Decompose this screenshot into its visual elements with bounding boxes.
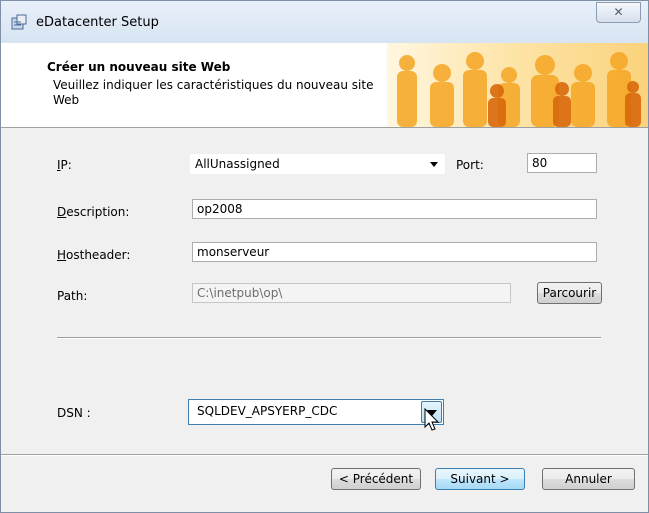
chevron-down-icon <box>430 162 438 167</box>
hostheader-field[interactable]: monserveur <box>192 242 597 262</box>
dsn-select-value: SQLDEV_APSYERP_CDC <box>197 404 338 418</box>
setup-window: eDatacenter Setup ✕ Créer un nouveau sit… <box>0 0 649 513</box>
banner-image <box>387 43 648 127</box>
next-button[interactable]: Suivant > <box>435 468 525 490</box>
port-label: Port: <box>456 158 484 172</box>
title-bar[interactable]: eDatacenter Setup ✕ <box>1 1 648 43</box>
wizard-header: Créer un nouveau site Web Veuillez indiq… <box>1 43 648 128</box>
dsn-select[interactable]: SQLDEV_APSYERP_CDC <box>188 399 444 425</box>
dsn-label: DSN : <box>57 406 91 420</box>
ip-select-value: AllUnassigned <box>195 157 280 171</box>
mouse-pointer-icon <box>424 408 440 431</box>
window-title: eDatacenter Setup <box>36 15 159 30</box>
page-subtitle: Veuillez indiquer les caractéristiques d… <box>53 78 374 107</box>
back-button[interactable]: < Précédent <box>331 468 421 490</box>
setup-box-icon <box>11 14 27 30</box>
divider <box>57 337 601 339</box>
path-field: C:\inetpub\op\ <box>192 283 511 303</box>
close-button[interactable]: ✕ <box>596 2 641 23</box>
close-icon: ✕ <box>613 5 624 19</box>
browse-button[interactable]: Parcourir <box>537 282 602 304</box>
description-field[interactable]: op2008 <box>192 199 597 219</box>
ip-label: IP: <box>57 158 72 172</box>
path-label: Path: <box>57 289 88 303</box>
description-label: Description: <box>57 205 130 219</box>
ip-select[interactable]: AllUnassigned <box>190 154 445 174</box>
footer-divider <box>1 454 648 456</box>
port-field[interactable]: 80 <box>527 153 597 173</box>
cancel-button[interactable]: Annuler <box>542 468 635 490</box>
page-title: Créer un nouveau site Web <box>47 60 231 74</box>
hostheader-label: Hostheader: <box>57 248 131 262</box>
